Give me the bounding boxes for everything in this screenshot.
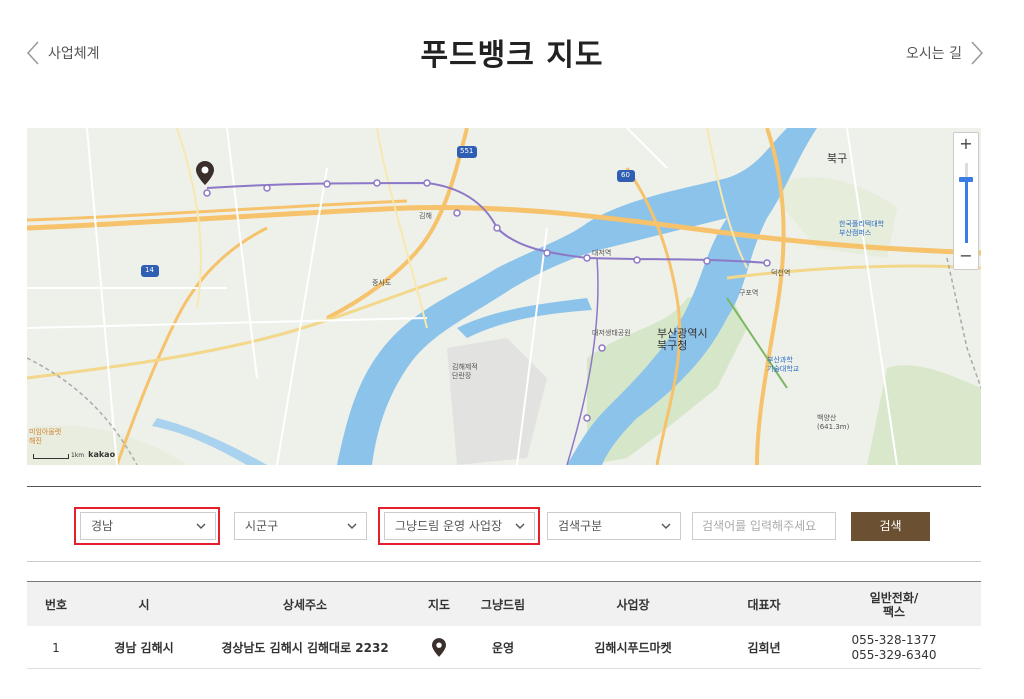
cell-map <box>407 626 471 669</box>
zoom-level-fill <box>965 179 968 243</box>
search-button[interactable]: 검색 <box>851 512 930 541</box>
col-header-city: 시 <box>138 597 150 612</box>
map-label-outlet: 미임아울렛 해진 <box>29 428 62 445</box>
map-attribution: kakao <box>88 450 116 459</box>
city-select[interactable]: 시군구 <box>234 512 367 540</box>
search-bar: 경남 시군구 그냥드림 운영 사업장 검색구분 검색어를 입력해주세요 검색 <box>27 486 981 562</box>
operation-select[interactable]: 그냥드림 운영 사업장 <box>384 512 535 540</box>
search-type-select-value: 검색구분 <box>558 519 603 533</box>
page-title: 푸드뱅크 지도 <box>420 38 604 73</box>
city-select-value: 시군구 <box>245 519 279 533</box>
col-header-address: 상세주소 <box>282 597 328 612</box>
table-row[interactable]: 1 경남 김해시 경상남도 김해시 김해대로 2232 운영 김해시푸드마켓 김… <box>27 626 981 669</box>
chevron-down-icon <box>515 523 525 529</box>
cell-address: 경상남도 김해시 김해대로 2232 <box>221 641 389 655</box>
col-header-dream: 그냥드림 <box>480 597 526 612</box>
cell-dream: 운영 <box>491 641 515 655</box>
col-header-phone: 일반전화/ 팩스 <box>869 590 919 619</box>
map-label-deokcheon: 덕천역 <box>771 269 791 277</box>
map-label-univ: 한국폴리텍대학 부산캠퍼스 <box>839 220 885 237</box>
map-label-station: 대저역 <box>592 249 612 257</box>
search-type-select[interactable]: 검색구분 <box>547 512 681 540</box>
scale-bar <box>33 454 69 459</box>
cell-phone: 055-328-1377 055-329-6340 <box>797 626 991 669</box>
cell-rep: 김희년 <box>747 641 781 655</box>
chevron-right-icon <box>971 41 984 65</box>
scale-text: 1km <box>71 452 85 459</box>
zoom-out-button[interactable]: − <box>954 245 978 269</box>
page-header: 사업체계 푸드뱅크 지도 오시는 길 <box>0 0 1024 110</box>
map-pin-icon[interactable] <box>432 638 446 657</box>
map-label-sci: 부산과학 기술대학교 <box>767 356 800 373</box>
chevron-down-icon <box>347 523 357 529</box>
cell-site: 김해시푸드마켓 <box>594 641 672 655</box>
map-label-bukgu: 북구 <box>827 152 848 165</box>
map-label-park: 대저생태공원 <box>592 329 631 337</box>
map-label-mountain: 백양산 (641.3m) <box>817 414 850 431</box>
next-page-link[interactable]: 오시는 길 <box>906 40 984 66</box>
next-page-label: 오시는 길 <box>906 46 962 62</box>
map-label-island: 중사도 <box>372 279 392 287</box>
province-select-value: 경남 <box>91 519 114 533</box>
province-select[interactable]: 경남 <box>80 512 216 540</box>
cell-no: 1 <box>52 640 60 655</box>
map-scale: 1km kakao <box>33 450 115 459</box>
map-label-gimhae: 김해 <box>419 212 432 220</box>
col-header-rep: 대표자 <box>747 597 781 612</box>
map-label-gupo: 구포역 <box>739 289 759 297</box>
location-pin-icon[interactable] <box>196 161 214 185</box>
cell-city: 경남 김해시 <box>114 641 174 655</box>
chevron-down-icon <box>196 523 206 529</box>
zoom-slider-handle[interactable] <box>959 177 973 182</box>
road-badge-60-text: 60 <box>621 171 630 179</box>
map-label-gimhae-ecology: 김해제적 단란장 <box>452 363 478 380</box>
zoom-control: + − <box>953 132 979 270</box>
phone-number: 055-328-1377 <box>851 632 937 647</box>
col-header-site: 사업장 <box>616 597 650 612</box>
operation-select-value: 그냥드림 운영 사업장 <box>395 519 502 533</box>
search-input[interactable]: 검색어를 입력해주세요 <box>692 512 836 540</box>
fax-number: 055-329-6340 <box>851 647 937 662</box>
map-label-busan: 부산광역시 북구청 <box>657 327 708 352</box>
zoom-in-button[interactable]: + <box>954 133 978 157</box>
road-badge-14-text: 14 <box>145 266 154 274</box>
col-header-no: 번호 <box>44 597 68 612</box>
col-header-map: 지도 <box>427 597 451 612</box>
table-header: 번호 시 상세주소 지도 그냥드림 사업장 대표자 일반전화/ 팩스 <box>27 581 981 626</box>
map-view[interactable]: 551 14 60 북구 부산광역시 북구청 대저생태공원 김해제적 단란장 한… <box>27 128 981 465</box>
road-badge-551-text: 551 <box>460 147 474 155</box>
chevron-down-icon <box>661 523 671 529</box>
